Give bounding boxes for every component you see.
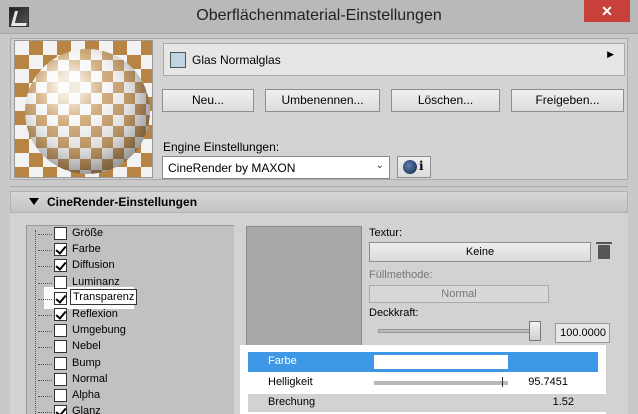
popup-row-brechung[interactable]: Brechung 1.52 xyxy=(248,394,606,412)
channel-checkbox[interactable] xyxy=(54,405,67,414)
channel-item[interactable]: Umgebung xyxy=(30,323,230,339)
channel-item[interactable]: Diffusion xyxy=(30,258,230,274)
texture-label: Textur: xyxy=(369,227,403,239)
channel-item[interactable]: Nebel xyxy=(30,339,230,355)
channel-label: Nebel xyxy=(72,340,101,353)
window-title: Oberflächenmaterial-Einstellungen xyxy=(196,7,442,24)
channel-checkbox[interactable] xyxy=(54,389,67,402)
cinema4d-icon xyxy=(403,160,417,174)
tree-connector xyxy=(38,347,52,349)
tree-connector xyxy=(38,234,52,235)
popup-row-label: Brechung xyxy=(268,396,316,408)
new-button[interactable]: Neu... xyxy=(162,89,254,112)
delete-button[interactable]: Löschen... xyxy=(391,89,500,112)
popup-row-farbe[interactable]: Farbe xyxy=(248,352,598,372)
info-icon: i xyxy=(419,159,424,173)
section-title: CineRender-Einstellungen xyxy=(47,195,198,209)
popup-row-helligkeit[interactable]: Helligkeit 95.7451 xyxy=(248,373,598,393)
channel-item[interactable]: Größe xyxy=(30,226,230,242)
divider xyxy=(10,186,628,187)
chevron-down-icon: ⌄ xyxy=(375,160,384,171)
popup-row-label: Helligkeit xyxy=(268,376,313,388)
tree-connector xyxy=(38,250,52,252)
material-name: Glas Normalglas xyxy=(192,53,281,67)
opacity-slider-track[interactable] xyxy=(378,329,540,333)
channel-label: Farbe xyxy=(72,243,101,256)
channel-item[interactable]: Farbe xyxy=(30,242,230,258)
collapse-triangle-icon xyxy=(29,198,39,205)
engine-info-button[interactable]: i xyxy=(397,156,431,178)
preview-sphere xyxy=(25,49,150,174)
tree-connector xyxy=(38,282,52,284)
channel-label: Luminanz xyxy=(72,275,120,288)
title-bar: Oberflächenmaterial-Einstellungen ✕ xyxy=(0,0,638,34)
channel-item[interactable]: Alpha xyxy=(30,388,230,404)
refraction-value[interactable]: 1.52 xyxy=(553,396,574,408)
material-name-popup[interactable]: Glas Normalglas ▶ xyxy=(163,43,625,76)
tree-connector xyxy=(38,298,52,300)
close-button[interactable]: ✕ xyxy=(584,0,630,22)
channel-checkbox[interactable] xyxy=(54,340,67,354)
tree-connector xyxy=(38,396,52,397)
cinerender-section-header[interactable]: CineRender-Einstellungen xyxy=(10,191,628,213)
tree-connector xyxy=(38,266,52,268)
channel-checkbox[interactable] xyxy=(54,243,67,257)
expand-arrow-icon[interactable]: ▶ xyxy=(607,49,614,60)
share-button[interactable]: Freigeben... xyxy=(511,89,624,112)
channel-item[interactable]: Normal xyxy=(30,372,230,388)
channel-label: Diffusion xyxy=(72,259,115,272)
texture-select-button[interactable]: Keine xyxy=(369,242,591,262)
channel-item[interactable]: Glanz xyxy=(30,404,230,414)
tree-connector xyxy=(38,331,52,333)
channel-checkbox[interactable] xyxy=(54,227,67,240)
channel-item[interactable]: Bump xyxy=(30,356,230,372)
tree-connector xyxy=(38,363,52,365)
channel-checkbox[interactable] xyxy=(54,372,67,386)
brightness-slider[interactable] xyxy=(374,381,508,385)
engine-select-value: CineRender by MAXON xyxy=(168,161,296,175)
popup-row-label: Farbe xyxy=(268,355,297,367)
channel-label: Umgebung xyxy=(72,324,126,337)
brightness-slider-marker[interactable] xyxy=(502,377,503,387)
engine-select[interactable]: CineRender by MAXON ⌄ xyxy=(162,156,390,179)
channel-label: Reflexion xyxy=(72,308,118,320)
tree-connector xyxy=(38,315,52,316)
channel-checkbox[interactable] xyxy=(54,291,67,305)
channel-checkbox[interactable] xyxy=(54,324,67,338)
opacity-slider-thumb[interactable] xyxy=(529,321,541,341)
material-preview xyxy=(14,40,153,178)
channel-checkbox[interactable] xyxy=(54,356,67,370)
fill-method-label: Füllmethode: xyxy=(369,269,433,281)
color-value-swatch[interactable] xyxy=(374,355,508,369)
channel-checkbox[interactable] xyxy=(54,259,67,273)
opacity-field[interactable]: 100.0000 xyxy=(555,323,610,343)
fill-method-button[interactable]: Normal xyxy=(369,285,549,303)
channel-label: Bump xyxy=(72,356,101,369)
tree-connector xyxy=(38,379,52,381)
brightness-value[interactable]: 95.7451 xyxy=(528,376,568,388)
channel-label: Größe xyxy=(72,227,104,239)
channel-item[interactable]: Reflexion xyxy=(30,307,230,323)
trash-icon[interactable] xyxy=(596,242,612,259)
tree-connector xyxy=(38,412,52,414)
channel-label: Glanz xyxy=(72,405,101,414)
channel-label: Alpha xyxy=(72,389,101,401)
rename-button[interactable]: Umbenennen... xyxy=(265,89,380,112)
channel-checkbox[interactable] xyxy=(54,275,67,289)
channel-label: Transparenz xyxy=(70,288,138,305)
channel-label: Normal xyxy=(72,372,108,385)
opacity-label: Deckkraft: xyxy=(369,307,419,319)
channel-checkbox[interactable] xyxy=(54,308,67,321)
material-swatch xyxy=(170,52,186,68)
channel-item[interactable]: Transparenz xyxy=(30,288,230,307)
engine-settings-label: Engine Einstellungen: xyxy=(163,140,280,154)
